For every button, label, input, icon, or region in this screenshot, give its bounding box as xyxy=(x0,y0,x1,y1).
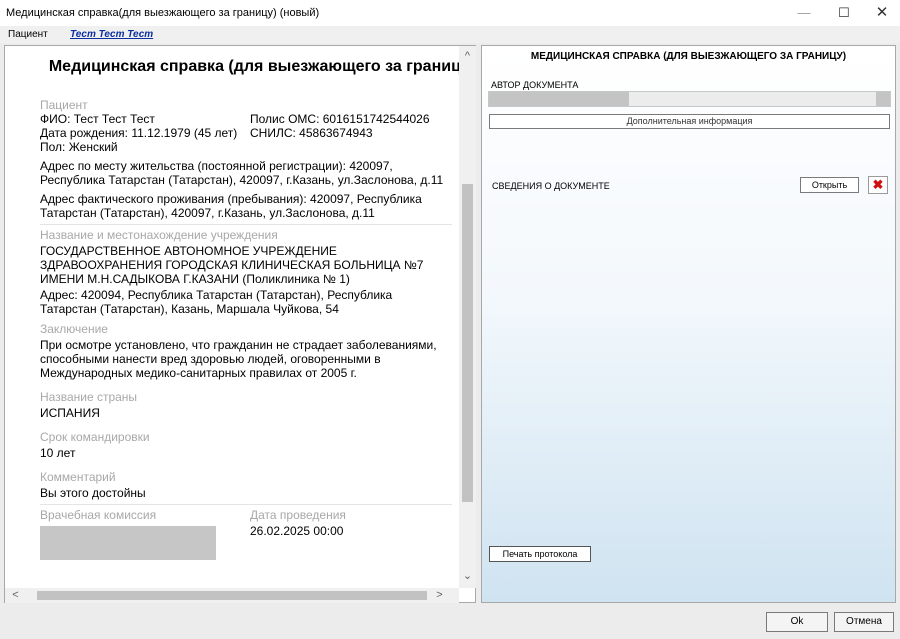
patient-reg-address: Адрес по месту жительства (постоянной ре… xyxy=(40,159,444,187)
document-properties-pane: МЕДИЦИНСКАЯ СПРАВКА (ДЛЯ ВЫЕЗЖАЮЩЕГО ЗА … xyxy=(481,45,896,603)
cancel-button[interactable]: Отмена xyxy=(834,612,894,632)
patient-name-link[interactable]: Тест Тест Тест xyxy=(70,26,153,43)
horizontal-scroll-thumb[interactable] xyxy=(37,591,427,600)
section-label-comment: Комментарий xyxy=(40,470,116,484)
close-icon[interactable]: ✕ xyxy=(860,0,900,26)
open-button[interactable]: Открыть xyxy=(800,177,859,193)
document-title: Медицинская справка (для выезжающего за … xyxy=(48,58,459,75)
additional-info-button[interactable]: Дополнительная информация xyxy=(489,114,890,129)
section-label-country: Название страны xyxy=(40,390,138,404)
date-value: 26.02.2025 00:00 xyxy=(250,524,344,538)
window-titlebar: Медицинская справка(для выезжающего за г… xyxy=(0,0,900,26)
section-label-term: Срок командировки xyxy=(40,430,150,444)
section-label-date: Дата проведения xyxy=(250,508,346,522)
horizontal-scrollbar[interactable]: < > xyxy=(5,588,459,603)
document-body: Пациент ФИО: Тест Тест Тест Полис ОМС: 6… xyxy=(40,98,452,560)
author-dropdown-button[interactable] xyxy=(876,92,890,106)
patient-snils: СНИЛС: 45863674943 xyxy=(250,126,373,140)
patient-sex: Пол: Женский xyxy=(40,140,118,154)
author-label: АВТОР ДОКУМЕНТА xyxy=(491,80,579,90)
document-preview-pane: Медицинская справка (для выезжающего за … xyxy=(4,45,476,603)
ok-button[interactable]: Ok xyxy=(766,612,828,632)
conclusion-text: При осмотре установлено, что гражданин н… xyxy=(40,338,437,380)
patient-fio: ФИО: Тест Тест Тест xyxy=(40,112,155,126)
vertical-scroll-thumb[interactable] xyxy=(462,184,473,502)
scroll-down-icon[interactable]: ⌄ xyxy=(459,568,476,585)
window-title: Медицинская справка(для выезжающего за г… xyxy=(6,7,320,19)
author-value-placeholder xyxy=(489,92,629,106)
document-viewport: Медицинская справка (для выезжающего за … xyxy=(5,46,459,588)
author-field[interactable] xyxy=(488,91,891,107)
menubar: Пациент Тест Тест Тест xyxy=(0,26,900,43)
delete-icon[interactable]: ✖ xyxy=(868,176,888,194)
divider xyxy=(40,504,452,505)
section-label-organization: Название и местонахождение учреждения xyxy=(40,228,278,242)
document-info-label: СВЕДЕНИЯ О ДОКУМЕНТЕ xyxy=(492,181,610,191)
section-label-commission: Врачебная комиссия xyxy=(40,508,157,522)
divider xyxy=(40,224,452,225)
panel-title: МЕДИЦИНСКАЯ СПРАВКА (ДЛЯ ВЫЕЗЖАЮЩЕГО ЗА … xyxy=(530,51,847,62)
patient-oms: Полис ОМС: 6016151742544026 xyxy=(250,112,430,126)
date-block: Дата проведения 26.02.2025 00:00 xyxy=(250,508,452,560)
organization-address: Адрес: 420094, Республика Татарстан (Тат… xyxy=(40,288,393,316)
minimize-icon[interactable]: — xyxy=(782,0,826,26)
dialog-footer: Ok Отмена xyxy=(0,605,900,639)
comment-value: Вы этого достойны xyxy=(40,486,146,500)
commission-placeholder xyxy=(40,526,216,560)
patient-fact-address: Адрес фактического проживания (пребывани… xyxy=(40,192,422,220)
patient-row-1: ФИО: Тест Тест Тест Полис ОМС: 601615174… xyxy=(40,112,452,126)
scroll-left-icon[interactable]: < xyxy=(7,588,24,603)
patient-row-2: Дата рождения: 11.12.1979 (45 лет) СНИЛС… xyxy=(40,126,452,140)
print-protocol-button[interactable]: Печать протокола xyxy=(489,546,591,562)
patient-label: Пациент xyxy=(8,29,48,40)
vertical-scrollbar[interactable]: ^ ⌄ xyxy=(459,46,476,588)
patient-dob: Дата рождения: 11.12.1979 (45 лет) xyxy=(40,126,238,140)
scroll-right-icon[interactable]: > xyxy=(431,588,448,603)
section-label-conclusion: Заключение xyxy=(40,322,108,336)
organization-name: ГОСУДАРСТВЕННОЕ АВТОНОМНОЕ УЧРЕЖДЕНИЕ ЗД… xyxy=(40,244,424,286)
commission-row: Врачебная комиссия Дата проведения 26.02… xyxy=(40,508,452,560)
scroll-up-icon[interactable]: ^ xyxy=(459,48,476,65)
section-label-patient: Пациент xyxy=(40,98,88,112)
country-value: ИСПАНИЯ xyxy=(40,406,100,420)
term-value: 10 лет xyxy=(40,446,76,460)
commission-block: Врачебная комиссия xyxy=(40,508,250,560)
